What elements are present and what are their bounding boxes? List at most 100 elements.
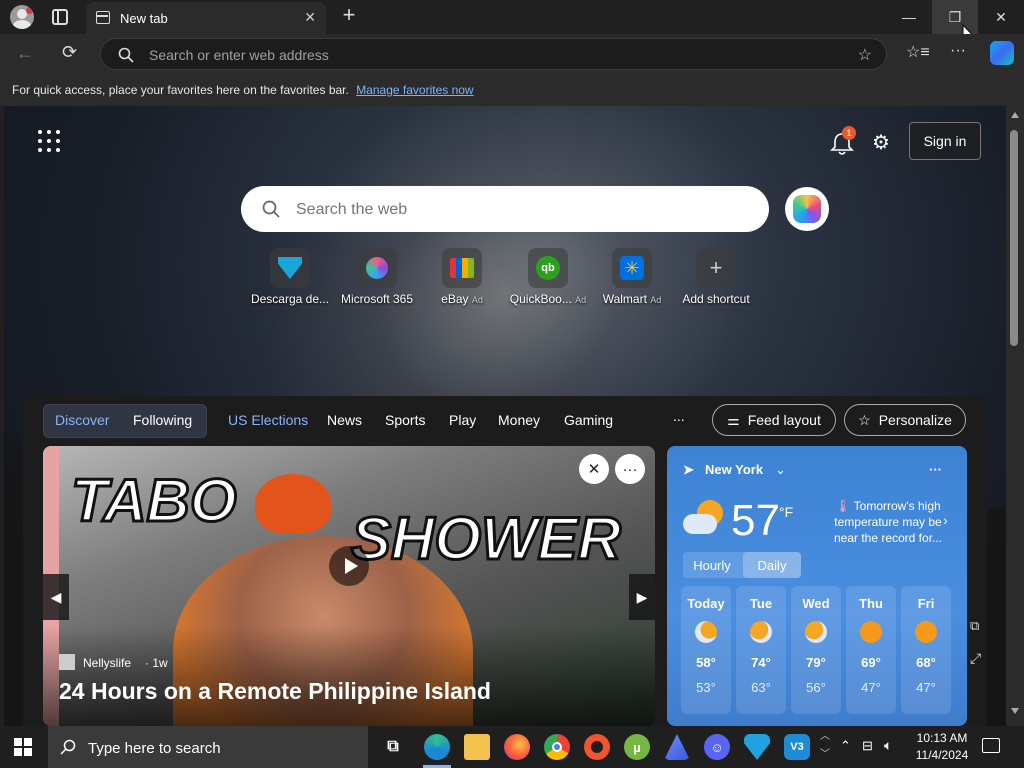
volume-icon[interactable]: 🔈︎ xyxy=(884,737,892,754)
minimize-button[interactable]: — xyxy=(886,0,932,34)
tab-following[interactable]: Following xyxy=(133,412,192,428)
more-tabs-button[interactable]: ... xyxy=(673,408,685,424)
article-source[interactable]: Nellyslife xyxy=(83,656,131,670)
shortcut-quickbooks[interactable]: qb QuickBoo... Ad xyxy=(504,248,592,306)
download-app-icon[interactable] xyxy=(744,734,770,760)
manage-favorites-link[interactable]: Manage favorites now xyxy=(356,83,473,97)
forecast-day[interactable]: Wed 79° 56° xyxy=(791,586,841,714)
tab-news[interactable]: News xyxy=(327,412,362,428)
copilot-icon[interactable] xyxy=(990,41,1014,65)
current-temperature: 57 xyxy=(731,496,780,545)
tab-money[interactable]: Money xyxy=(498,412,540,428)
file-explorer-icon[interactable] xyxy=(464,734,490,760)
new-tab-page: 1 ⚙ Sign in Search the web Descarga de..… xyxy=(4,106,1006,726)
address-input[interactable]: Search or enter web address xyxy=(149,47,329,63)
show-hidden-icons[interactable]: ⌃ xyxy=(840,738,851,754)
hero-article-card[interactable]: TABO SHOWER ✕ ··· Nellyslife · 1w 24 Hou… xyxy=(43,446,655,726)
image-info-icon[interactable]: ⧉ xyxy=(970,618,979,634)
favorites-icon[interactable]: ☆≡ xyxy=(906,42,930,62)
favorite-star-icon[interactable]: ☆ xyxy=(858,45,872,65)
utorrent-icon[interactable]: µ xyxy=(624,734,650,760)
weather-more-button[interactable]: ··· xyxy=(929,462,942,477)
network-icon[interactable]: ⊟ xyxy=(862,738,873,754)
apps-launcher-icon[interactable] xyxy=(38,130,62,154)
tab-play[interactable]: Play xyxy=(449,412,476,428)
thermometer-icon: 🌡 xyxy=(835,499,851,513)
tab-hourly[interactable]: Hourly xyxy=(683,552,741,578)
personalize-button[interactable]: ☆ Personalize xyxy=(844,404,966,436)
forecast-day[interactable]: Today 58° 53° xyxy=(681,586,731,714)
close-window-button[interactable]: ✕ xyxy=(978,0,1024,34)
tab-title: New tab xyxy=(120,11,168,26)
title-bar: New tab ✕ + — ❐ ✕ xyxy=(0,0,1024,43)
new-tab-button[interactable]: + xyxy=(338,4,360,27)
tab-daily[interactable]: Daily xyxy=(743,552,801,578)
scrollbar-thumb[interactable] xyxy=(1010,130,1018,346)
tab-actions-icon[interactable] xyxy=(52,9,68,25)
news-feed: Discover Following US Elections News Spo… xyxy=(23,396,987,726)
tab-us-elections[interactable]: US Elections xyxy=(228,412,308,428)
weather-note[interactable]: 🌡 Tomorrow's high temperature may be nea… xyxy=(823,498,953,546)
chevron-down-icon[interactable]: ⌄ xyxy=(775,462,786,478)
tab-gaming[interactable]: Gaming xyxy=(564,412,613,428)
scroll-down-icon[interactable] xyxy=(1011,708,1019,714)
system-clock[interactable]: 10:13 AM 11/4/2024 xyxy=(906,730,978,764)
article-age: · 1w xyxy=(145,656,168,670)
firefox-icon[interactable] xyxy=(504,734,530,760)
taskbar-scroll-arrows-icon[interactable]: ︿ ﹀ xyxy=(820,728,830,764)
forecast-day[interactable]: Fri 68° 47° xyxy=(901,586,951,714)
address-bar[interactable]: Search or enter web address ☆ xyxy=(100,38,887,70)
expand-icon[interactable]: ⤢ xyxy=(970,650,981,667)
taskbar-search-input[interactable]: Type here to search xyxy=(88,740,221,757)
add-shortcut-button[interactable]: + Add shortcut xyxy=(672,248,760,306)
copilot-button[interactable] xyxy=(785,187,829,231)
brave-icon[interactable] xyxy=(584,734,610,760)
dismiss-article-button[interactable]: ✕ xyxy=(579,454,609,484)
feed-layout-button[interactable]: ⚌ Feed layout xyxy=(712,404,836,436)
web-search-input[interactable]: Search the web xyxy=(296,201,407,219)
sign-in-button[interactable]: Sign in xyxy=(909,122,981,160)
back-icon[interactable]: ← xyxy=(16,43,34,64)
tab-discover[interactable]: Discover xyxy=(55,412,109,428)
app-blue-crystal-icon[interactable] xyxy=(664,734,690,760)
close-tab-icon[interactable]: ✕ xyxy=(304,9,316,26)
weather-card[interactable]: ➤ New York ⌄ ··· 57 °F 🌡 Tomorrow's high… xyxy=(667,446,967,726)
discord-icon[interactable]: ☺ xyxy=(704,734,730,760)
tab-new-tab[interactable]: New tab ✕ xyxy=(86,2,326,34)
app-vs-icon[interactable]: V3 xyxy=(784,734,810,760)
sunny-icon xyxy=(860,621,882,643)
navigation-toolbar: ← ⟳ Search or enter web address ☆ ☆≡ ··· xyxy=(0,34,1024,74)
location-arrow-icon: ➤ xyxy=(683,462,694,477)
taskbar-search-box[interactable]: Type here to search xyxy=(48,726,368,768)
tab-sports[interactable]: Sports xyxy=(385,412,425,428)
weather-location[interactable]: New York xyxy=(705,462,763,477)
search-icon xyxy=(60,739,76,755)
favorites-bar: For quick access, place your favorites h… xyxy=(0,74,1024,106)
scroll-up-icon[interactable] xyxy=(1011,112,1019,118)
carousel-next-button[interactable]: ▶ xyxy=(629,574,655,620)
hero-image-bucket xyxy=(255,474,331,534)
article-more-button[interactable]: ··· xyxy=(615,454,645,484)
task-view-icon[interactable]: ⧉ xyxy=(380,734,406,760)
shortcut-ebay[interactable]: eBay Ad xyxy=(418,248,506,306)
shortcut-descarga[interactable]: Descarga de... xyxy=(246,248,334,306)
chevron-right-icon[interactable]: › xyxy=(943,512,948,528)
chrome-icon[interactable] xyxy=(544,734,570,760)
article-title[interactable]: 24 Hours on a Remote Philippine Island xyxy=(59,678,491,705)
forecast-day[interactable]: Tue 74° 63° xyxy=(736,586,786,714)
web-search-box[interactable]: Search the web xyxy=(241,186,769,232)
play-video-button[interactable] xyxy=(329,546,369,586)
notification-badge: 1 xyxy=(842,126,856,140)
shortcut-walmart[interactable]: ✳ Walmart Ad xyxy=(588,248,676,306)
settings-more-icon[interactable]: ··· xyxy=(950,42,966,60)
refresh-icon[interactable]: ⟳ xyxy=(62,42,77,63)
windows-start-icon[interactable] xyxy=(14,738,32,756)
shortcut-microsoft-365[interactable]: Microsoft 365 xyxy=(333,248,421,306)
edge-browser-icon[interactable] xyxy=(424,734,450,760)
page-settings-icon[interactable]: ⚙ xyxy=(868,130,894,156)
clock-time: 10:13 AM xyxy=(916,731,968,745)
forecast-day[interactable]: Thu 69° 47° xyxy=(846,586,896,714)
carousel-prev-button[interactable]: ◀ xyxy=(43,574,69,620)
profile-avatar[interactable] xyxy=(10,5,34,29)
notification-center-icon[interactable] xyxy=(982,738,1000,753)
